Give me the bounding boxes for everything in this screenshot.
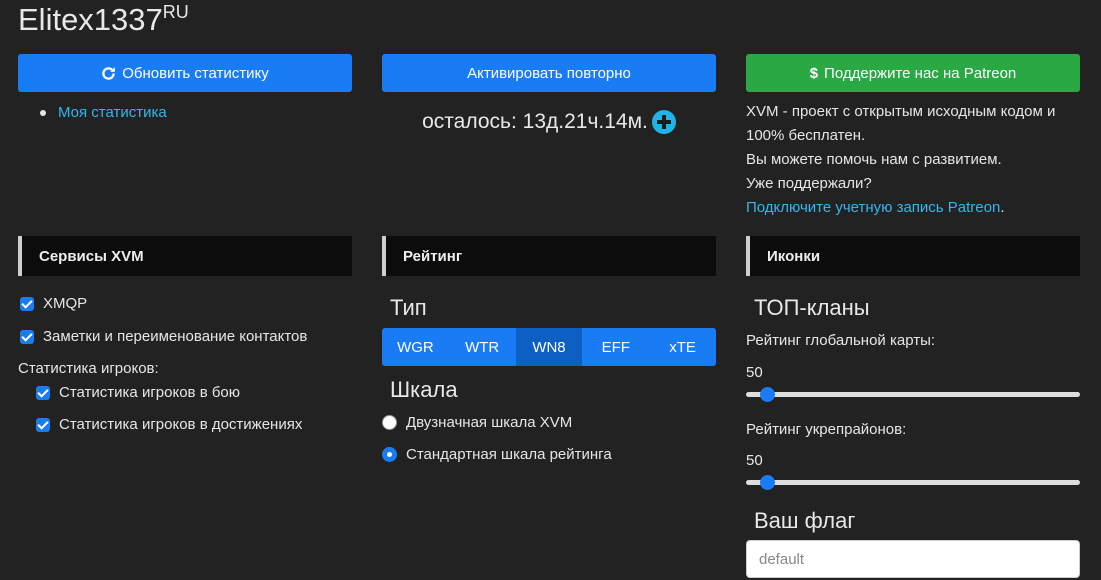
- panel-header-icons: Иконки: [746, 236, 1080, 276]
- strongholds-value: 50: [746, 452, 763, 469]
- plus-circle-icon[interactable]: [651, 110, 676, 134]
- reactivate-button[interactable]: Активировать повторно: [382, 54, 716, 92]
- rating-type-wtr[interactable]: WTR: [448, 328, 516, 366]
- panel-title: Рейтинг: [403, 247, 463, 265]
- contacts-label: Заметки и переименование контактов: [43, 328, 308, 345]
- scale-xvm-label: Двузначная шкала XVM: [406, 414, 573, 431]
- achievements-stats-label: Статистика игроков в достижениях: [59, 416, 303, 433]
- rating-type-wgr[interactable]: WGR: [382, 328, 449, 366]
- scale-xvm-radio[interactable]: [382, 415, 397, 430]
- strongholds-label: Рейтинг укрепрайонов:: [746, 421, 907, 438]
- scale-standard-radio[interactable]: [382, 447, 397, 462]
- connect-patreon-link[interactable]: Подключите учетную запись Patreon: [746, 199, 1000, 216]
- patreon-info-line3: Уже поддержали?: [746, 175, 872, 192]
- rating-type-xte[interactable]: xTE: [649, 328, 716, 366]
- scale-standard-radio-row[interactable]: Стандартная шкала рейтинга: [382, 446, 612, 463]
- patreon-info-line1: XVM - проект с открытым исходным кодом и…: [746, 103, 1056, 144]
- panel-title: Сервисы XVM: [39, 247, 144, 265]
- panel-header-xvm-services: Сервисы XVM: [18, 236, 352, 276]
- battle-stats-label: Статистика игроков в бою: [59, 384, 241, 401]
- slider-thumb[interactable]: [760, 475, 775, 490]
- player-stats-heading: Статистика игроков:: [18, 360, 159, 377]
- reactivate-label: Активировать повторно: [467, 64, 631, 82]
- slider-track: [746, 392, 1080, 397]
- patreon-button[interactable]: $ Поддержите нас на Patreon: [746, 54, 1080, 92]
- global-map-label: Рейтинг глобальной карты:: [746, 332, 936, 349]
- flag-input[interactable]: [746, 540, 1080, 578]
- my-stats-item: Моя статистика: [40, 104, 167, 121]
- xmqp-label: XMQP: [43, 295, 88, 312]
- my-stats-link[interactable]: Моя статистика: [58, 104, 167, 121]
- page-title: Elitex1337RU: [18, 2, 189, 38]
- xmqp-checkbox[interactable]: [20, 296, 34, 311]
- rating-type-heading: Тип: [390, 295, 427, 320]
- strongholds-slider[interactable]: [746, 474, 1080, 490]
- link-period: .: [1000, 199, 1005, 216]
- battle-stats-checkbox[interactable]: [36, 385, 50, 400]
- achievements-stats-checkbox[interactable]: [36, 417, 50, 432]
- bullet-dot: [40, 109, 46, 116]
- battle-stats-checkbox-row[interactable]: Статистика игроков в бою: [36, 384, 240, 401]
- region-badge: RU: [162, 2, 189, 22]
- flag-heading: Ваш флаг: [754, 508, 856, 533]
- contacts-checkbox[interactable]: [20, 329, 34, 344]
- patreon-button-label: Поддержите нас на Patreon: [824, 64, 1017, 82]
- refresh-icon: [102, 66, 116, 80]
- panel-header-rating: Рейтинг: [382, 236, 716, 276]
- xmqp-checkbox-row[interactable]: XMQP: [20, 295, 87, 312]
- global-map-value: 50: [746, 364, 763, 381]
- panel-title: Иконки: [767, 247, 821, 265]
- remaining-time: осталось: 13д.21ч.14м.: [382, 110, 716, 134]
- remaining-time-text: осталось: 13д.21ч.14м.: [422, 110, 648, 133]
- top-clans-heading: ТОП-кланы: [754, 295, 870, 320]
- scale-xvm-radio-row[interactable]: Двузначная шкала XVM: [382, 414, 572, 431]
- contacts-checkbox-row[interactable]: Заметки и переименование контактов: [20, 328, 307, 345]
- rating-scale-heading: Шкала: [390, 377, 458, 402]
- rating-type-selector: WGR WTR WN8 EFF xTE: [382, 328, 716, 366]
- refresh-stats-button[interactable]: Обновить статистику: [18, 54, 352, 92]
- patreon-info-line2: Вы можете помочь нам с развитием.: [746, 151, 1002, 168]
- achievements-stats-checkbox-row[interactable]: Статистика игроков в достижениях: [36, 416, 302, 433]
- rating-type-eff[interactable]: EFF: [582, 328, 650, 366]
- username: Elitex1337: [18, 2, 163, 37]
- rating-type-wn8[interactable]: WN8: [515, 328, 583, 366]
- patreon-info: XVM - проект с открытым исходным кодом и…: [746, 100, 1086, 220]
- slider-track: [746, 480, 1080, 485]
- global-map-slider[interactable]: [746, 386, 1080, 402]
- refresh-stats-label: Обновить статистику: [122, 64, 269, 82]
- scale-standard-label: Стандартная шкала рейтинга: [406, 446, 612, 463]
- slider-thumb[interactable]: [760, 387, 775, 402]
- dollar-icon: $: [809, 64, 819, 82]
